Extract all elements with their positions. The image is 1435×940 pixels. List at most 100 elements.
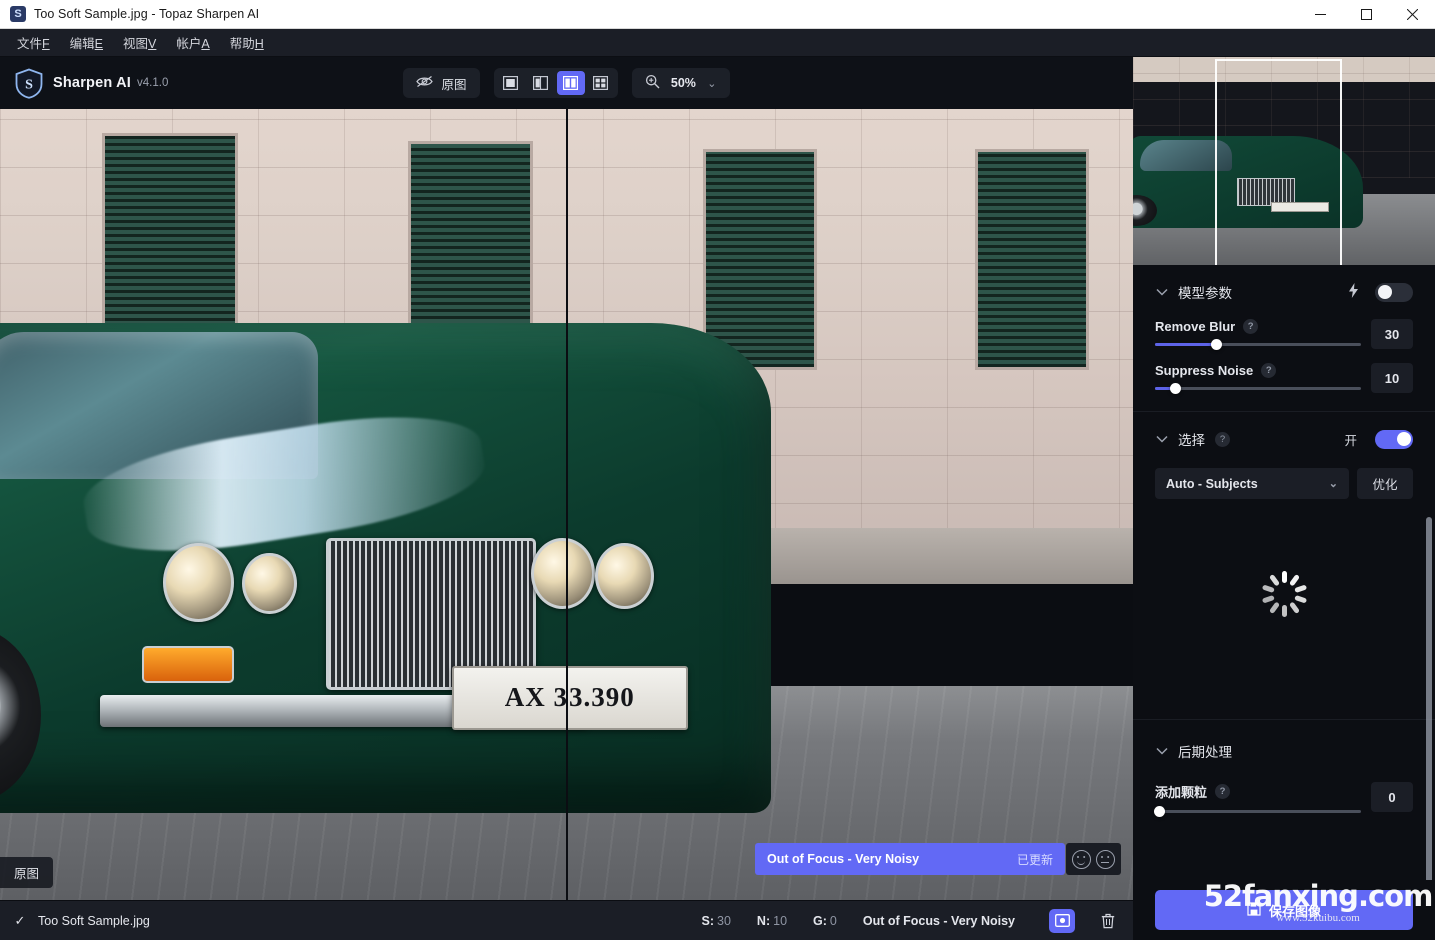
show-original-label: 原图 <box>441 77 467 92</box>
image-preview-icon[interactable] <box>1049 908 1075 933</box>
quad-pane-icon[interactable] <box>587 71 615 95</box>
feedback-group <box>1066 843 1121 875</box>
photo-license-plate-processed: AX 33.390 <box>568 665 688 730</box>
selection-toggle-label: 开 <box>1344 433 1357 448</box>
remove-blur-slider[interactable] <box>1155 339 1361 350</box>
suppress-noise-help-icon[interactable]: ? <box>1261 363 1277 378</box>
chevron-down-icon: ⌄ <box>707 77 717 90</box>
loading-spinner-icon <box>1261 571 1307 617</box>
remove-blur-row: Remove Blur ? 30 <box>1155 319 1413 350</box>
application-window: Too Soft Sample.jpg - Topaz Sharpen AI 文… <box>0 0 1435 940</box>
toolbar-center-group: 原图 50% ⌄ <box>0 68 1133 98</box>
save-image-button[interactable]: 保存图像 <box>1155 890 1413 930</box>
preset-banner[interactable]: Out of Focus - Very Noisy 已更新 <box>755 843 1065 875</box>
maximize-button[interactable] <box>1343 0 1389 29</box>
status-bar: ✓ Too Soft Sample.jpg S: 30 N: 10 G: 0 Out … <box>0 900 1133 940</box>
menu-item-help[interactable]: 帮助H <box>221 30 273 55</box>
smiley-neutral-icon[interactable] <box>1096 849 1115 869</box>
check-icon[interactable]: ✓ <box>12 913 28 929</box>
chevron-down-icon: ⌄ <box>1328 478 1338 490</box>
menu-item-file[interactable]: 文件F <box>8 30 59 55</box>
selection-mode-dropdown[interactable]: Auto - Subjects ⌄ <box>1155 468 1349 499</box>
selection-section: 选择 ? 开 Auto - Subjects ⌄ 优化 <box>1133 412 1435 689</box>
remove-blur-slider-knob[interactable] <box>1211 339 1223 350</box>
split-pane-icon[interactable] <box>527 71 555 95</box>
menu-label-edit: 编辑 <box>69 37 95 51</box>
menu-item-account[interactable]: 帐户A <box>167 30 218 55</box>
suppress-noise-value[interactable]: 10 <box>1371 363 1413 393</box>
remove-blur-slider-fill <box>1155 343 1217 346</box>
photo-window-3-processed <box>703 148 817 371</box>
selection-help-icon[interactable]: ? <box>1215 431 1230 447</box>
add-grain-label-row: 添加颗粒 ? <box>1155 782 1361 801</box>
remove-blur-label: Remove Blur <box>1155 319 1236 334</box>
refine-selection-button[interactable]: 优化 <box>1357 468 1413 499</box>
selection-header[interactable]: 选择 ? 开 <box>1155 426 1413 452</box>
selection-mode-row: Auto - Subjects ⌄ 优化 <box>1155 468 1413 499</box>
brand: S Sharpen AI v4.1.0 <box>14 68 168 99</box>
navigator-thumbnail[interactable] <box>1133 57 1435 265</box>
chevron-down-icon[interactable] <box>1155 745 1168 758</box>
trash-icon[interactable] <box>1095 909 1121 933</box>
remove-blur-slider-column: Remove Blur ? <box>1155 319 1361 350</box>
post-processing-title: 后期处理 <box>1178 745 1232 760</box>
suppress-noise-slider[interactable] <box>1155 383 1361 394</box>
post-processing-header[interactable]: 后期处理 <box>1155 738 1413 764</box>
panel-scrollbar[interactable] <box>1426 517 1432 897</box>
selection-mode-value: Auto - Subjects <box>1166 476 1258 491</box>
single-pane-icon[interactable] <box>497 71 525 95</box>
editor-column: S Sharpen AI v4.1.0 原图 50% ⌄ AX 3 原图 3.3… <box>0 57 1133 940</box>
show-original-button[interactable]: 原图 <box>403 68 480 98</box>
remove-blur-value[interactable]: 30 <box>1371 319 1413 349</box>
menu-accel-view: V <box>148 37 157 51</box>
viewport-indicator[interactable] <box>1215 59 1342 265</box>
preset-banner-state: 已更新 <box>1016 852 1053 867</box>
metric-grain-key: G: <box>813 913 827 928</box>
add-grain-slider[interactable] <box>1154 806 1361 817</box>
minimize-button[interactable] <box>1297 0 1343 29</box>
settings-scroll-area[interactable]: 模型参数 Remove Blur ? 30 Suppress Noise ? 1… <box>1133 265 1435 940</box>
save-disk-icon <box>1247 901 1261 919</box>
photo-indicator-lamp <box>141 646 234 683</box>
metric-sharpen: S: 30 <box>702 914 731 928</box>
view-mode-group <box>493 68 618 98</box>
metric-sharpen-value: 30 <box>717 913 731 928</box>
menu-item-edit[interactable]: 编辑E <box>61 30 112 55</box>
remove-blur-help-icon[interactable]: ? <box>1243 319 1259 334</box>
chevron-down-icon[interactable] <box>1155 286 1168 299</box>
selection-title: 选择 <box>1178 433 1205 448</box>
preset-banner-name: Out of Focus - Very Noisy <box>767 852 920 866</box>
menu-label-account: 帐户 <box>176 37 202 51</box>
zoom-control[interactable]: 50% ⌄ <box>631 68 730 98</box>
sharpen-ai-logo-icon: S <box>14 68 44 99</box>
add-grain-help-icon[interactable]: ? <box>1215 784 1231 799</box>
add-grain-value[interactable]: 0 <box>1371 782 1413 812</box>
photo-car: AX 33.390 <box>0 322 566 813</box>
photo-processed: AX 33.390 <box>568 109 1133 900</box>
side-by-side-icon[interactable] <box>556 71 585 95</box>
add-grain-slider-knob[interactable] <box>1154 806 1165 817</box>
suppress-noise-slider-knob[interactable] <box>1170 383 1182 394</box>
selection-toggle[interactable] <box>1375 429 1413 449</box>
metric-noise: N: 10 <box>757 914 787 928</box>
preview-pane-processed[interactable]: AX 33.390 <box>568 109 1133 900</box>
menu-item-view[interactable]: 视图V <box>114 30 165 55</box>
preview-area[interactable]: AX 33.390 原图 <box>0 109 1133 900</box>
suppress-noise-row: Suppress Noise ? 10 <box>1155 363 1413 394</box>
auto-parameters-toggle[interactable] <box>1375 282 1413 302</box>
smiley-happy-icon[interactable] <box>1072 849 1091 869</box>
menu-label-help: 帮助 <box>229 37 255 51</box>
photo-window-4-processed <box>975 148 1089 371</box>
original-badge: 原图 <box>0 857 54 888</box>
preview-pane-original[interactable]: AX 33.390 原图 <box>0 109 566 900</box>
close-button[interactable] <box>1389 0 1435 29</box>
add-grain-slider-column: 添加颗粒 ? <box>1154 782 1361 817</box>
svg-text:S: S <box>25 77 33 92</box>
photo-headlamp-2 <box>242 553 297 615</box>
photo-headlamp-4-processed <box>595 543 655 610</box>
selection-loading-area <box>1155 499 1413 689</box>
main-body: S Sharpen AI v4.1.0 原图 50% ⌄ AX 3 原图 3.3… <box>0 57 1435 940</box>
suppress-noise-slider-column: Suppress Noise ? <box>1155 363 1361 394</box>
model-parameters-header[interactable]: 模型参数 <box>1155 279 1413 305</box>
chevron-down-icon[interactable] <box>1155 433 1168 446</box>
